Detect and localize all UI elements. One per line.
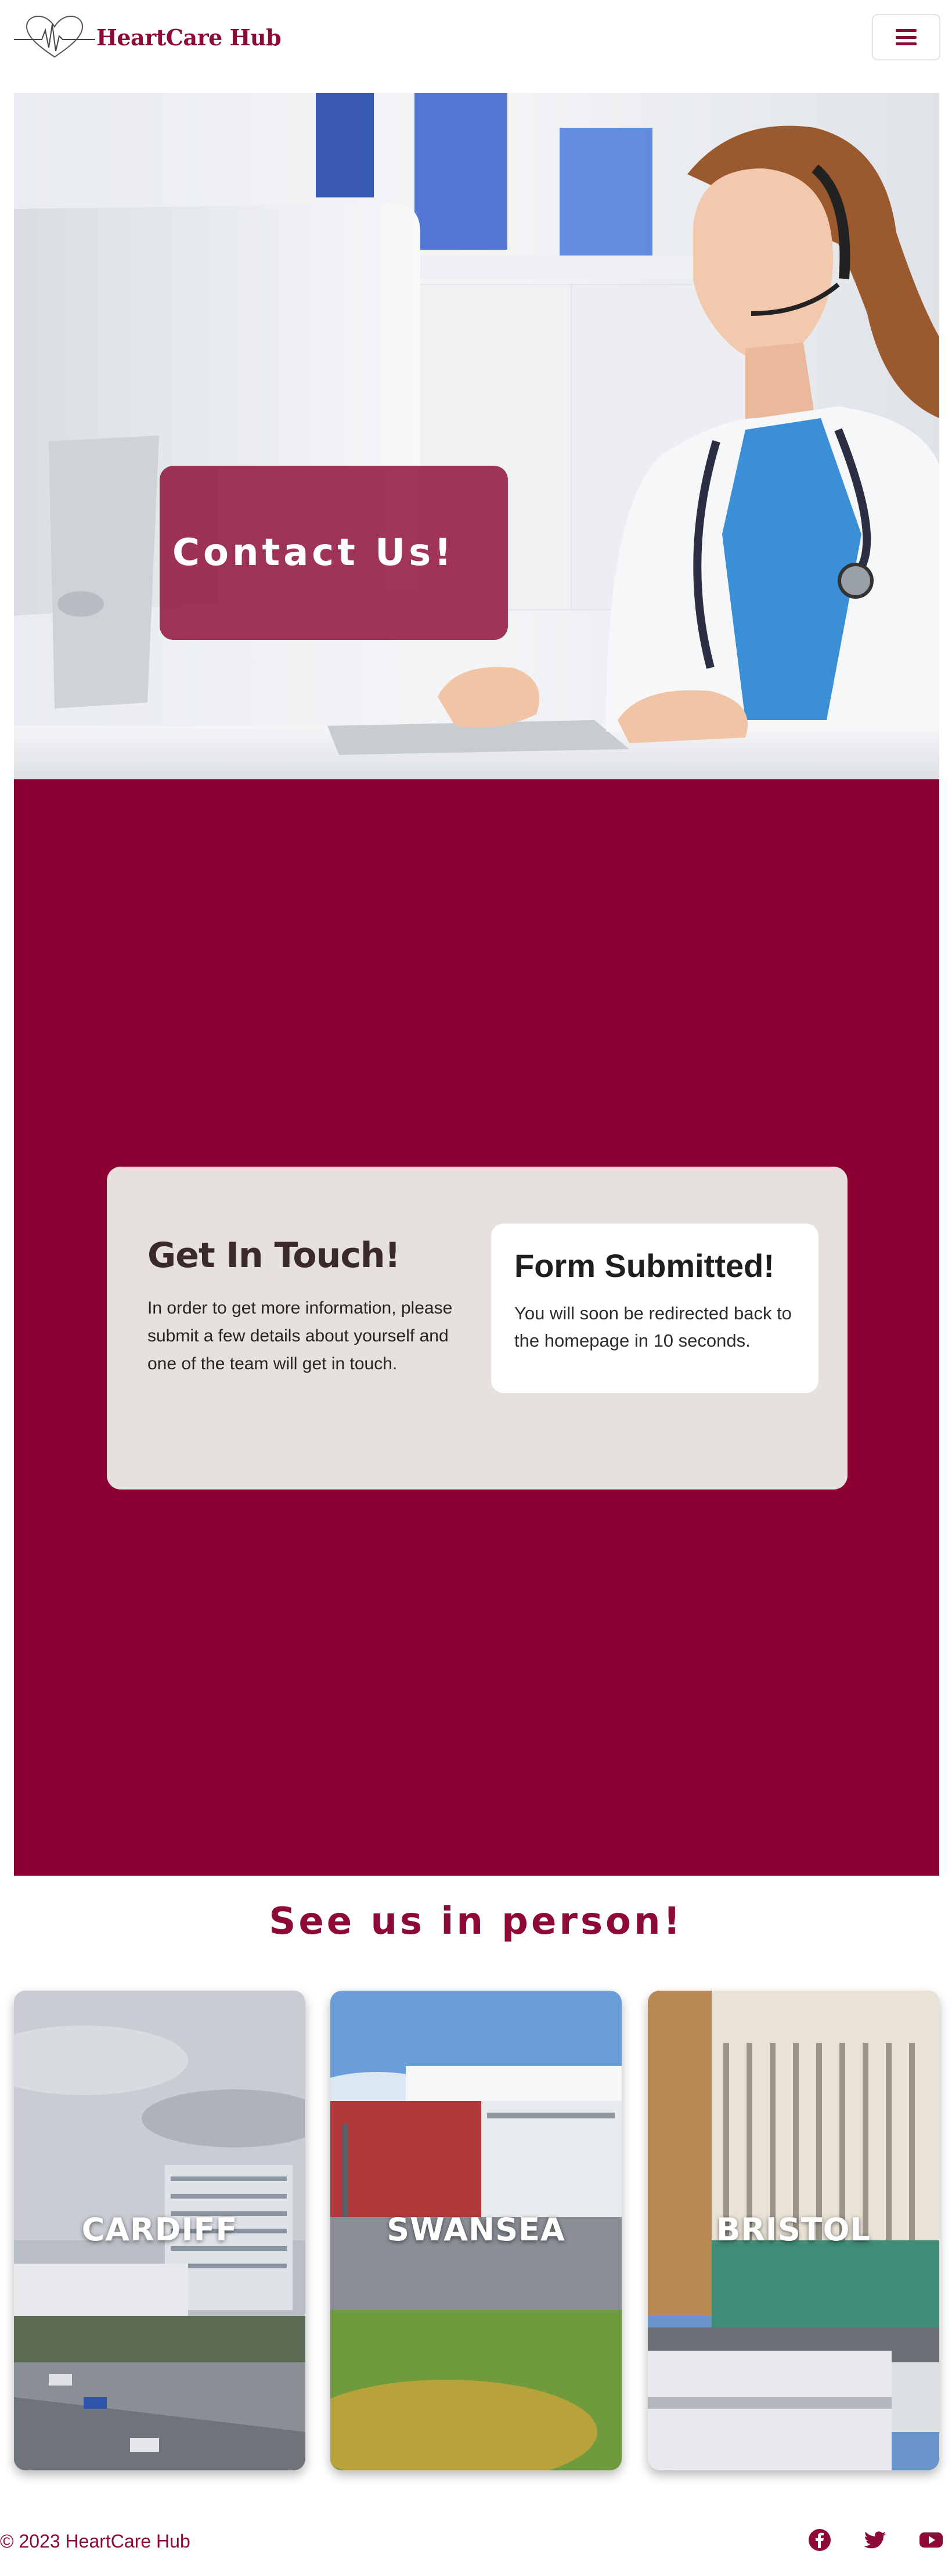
- location-label: BRISTOL: [716, 2211, 871, 2248]
- hero-title-box: Contact Us!: [160, 466, 508, 640]
- location-card-cardiff[interactable]: CARDIFF: [14, 1991, 305, 2470]
- page-title: Contact Us!: [172, 531, 455, 574]
- hero-banner: Contact Us!: [14, 93, 939, 779]
- location-card-swansea[interactable]: SWANSEA: [330, 1991, 622, 2470]
- location-label: SWANSEA: [387, 2211, 565, 2248]
- contact-section: Get In Touch! In order to get more infor…: [14, 779, 939, 1876]
- youtube-link[interactable]: [918, 2527, 944, 2553]
- menu-toggle-button[interactable]: [872, 14, 940, 60]
- hamburger-menu-icon: [896, 29, 917, 45]
- redirect-message: You will soon be redirected back to the …: [514, 1303, 792, 1351]
- location-card-bristol[interactable]: BRISTOL: [648, 1991, 939, 2470]
- form-submitted-panel: Form Submitted! You will soon be redirec…: [491, 1224, 818, 1393]
- contact-card: Get In Touch! In order to get more infor…: [107, 1167, 848, 1490]
- heart-ecg-logo-icon: [14, 15, 95, 58]
- youtube-icon: [919, 2532, 943, 2548]
- facebook-icon: [809, 2529, 831, 2551]
- contact-description: In order to get more information, please…: [147, 1298, 453, 1373]
- hero-image: [14, 93, 939, 779]
- twitter-icon: [864, 2531, 886, 2549]
- contact-heading: Get In Touch!: [147, 1235, 401, 1276]
- footer-copyright: © 2023 HeartCare Hub: [0, 2531, 190, 2552]
- brand-name: HeartCare Hub: [96, 24, 282, 51]
- site-header: HeartCare Hub: [0, 0, 952, 93]
- brand-logo-link[interactable]: HeartCare Hub: [14, 13, 282, 62]
- locations-heading: See us in person!: [269, 1900, 683, 1943]
- form-submitted-title: Form Submitted!: [514, 1247, 774, 1284]
- twitter-link[interactable]: [863, 2527, 888, 2553]
- facebook-link[interactable]: [807, 2527, 832, 2553]
- location-label: CARDIFF: [81, 2211, 238, 2248]
